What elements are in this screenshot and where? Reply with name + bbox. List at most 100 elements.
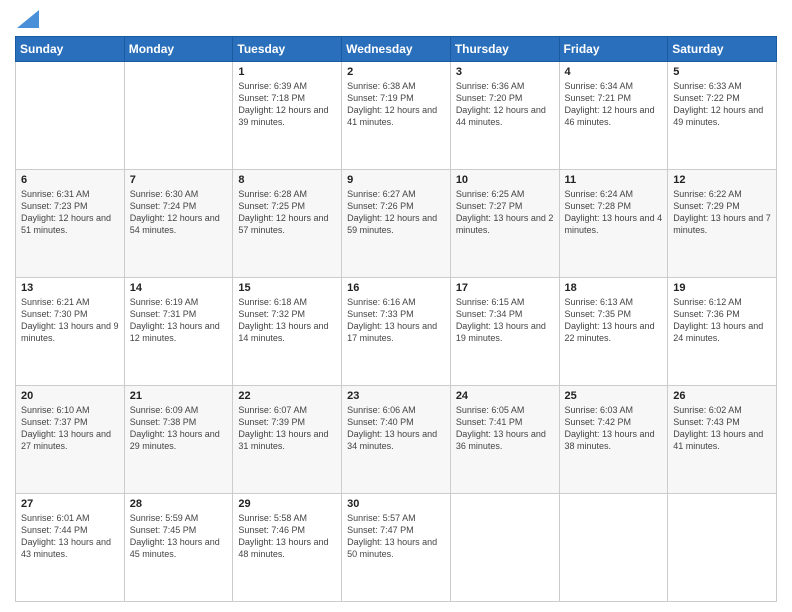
day-number: 20 [21,390,119,402]
day-cell [16,62,125,170]
day-number: 23 [347,390,445,402]
day-number: 16 [347,282,445,294]
day-number: 7 [130,174,228,186]
day-info: Sunrise: 6:24 AM Sunset: 7:28 PM Dayligh… [565,188,663,237]
col-header-monday: Monday [124,37,233,62]
header [15,10,777,28]
day-info: Sunrise: 6:09 AM Sunset: 7:38 PM Dayligh… [130,404,228,453]
day-cell: 14Sunrise: 6:19 AM Sunset: 7:31 PM Dayli… [124,278,233,386]
day-info: Sunrise: 6:22 AM Sunset: 7:29 PM Dayligh… [673,188,771,237]
day-cell: 18 Sunrise: 6:13 AM Sunset: 7:35 PM Dayli… [559,278,668,386]
day-number: 9 [347,174,445,186]
col-header-thursday: Thursday [450,37,559,62]
day-cell: 29Sunrise: 5:58 AM Sunset: 7:46 PM Dayli… [233,494,342,602]
day-cell: 19 Sunrise: 6:12 AM Sunset: 7:36 PM Dayli… [668,278,777,386]
day-info: Sunrise: 6:21 AM Sunset: 7:30 PM Dayligh… [21,296,119,345]
day-cell: 21 Sunrise: 6:09 AM Sunset: 7:38 PM Dayli… [124,386,233,494]
day-number: 18 [565,282,663,294]
day-cell: 8 Sunrise: 6:28 AM Sunset: 7:25 PM Daylig… [233,170,342,278]
col-header-saturday: Saturday [668,37,777,62]
day-info: Sunrise: 6:10 AM Sunset: 7:37 PM Dayligh… [21,404,119,453]
day-cell: 15Sunrise: 6:18 AM Sunset: 7:32 PM Dayli… [233,278,342,386]
calendar-table: SundayMondayTuesdayWednesdayThursdayFrid… [15,36,777,602]
day-number: 3 [456,66,554,78]
day-number: 14 [130,282,228,294]
day-number: 19 [673,282,771,294]
day-info: Sunrise: 6:27 AM Sunset: 7:26 PM Dayligh… [347,188,445,237]
day-number: 6 [21,174,119,186]
day-number: 2 [347,66,445,78]
day-cell: 30 Sunrise: 5:57 AM Sunset: 7:47 PM Dayli… [342,494,451,602]
week-row-2: 6 Sunrise: 6:31 AM Sunset: 7:23 PM Daylig… [16,170,777,278]
day-number: 8 [238,174,336,186]
day-info: Sunrise: 6:15 AM Sunset: 7:34 PM Dayligh… [456,296,554,345]
header-row: SundayMondayTuesdayWednesdayThursdayFrid… [16,37,777,62]
day-cell: 23 Sunrise: 6:06 AM Sunset: 7:40 PM Dayli… [342,386,451,494]
day-cell: 9 Sunrise: 6:27 AM Sunset: 7:26 PM Daylig… [342,170,451,278]
logo [15,10,39,28]
day-number: 1 [238,66,336,78]
day-cell [559,494,668,602]
day-info: Sunrise: 6:12 AM Sunset: 7:36 PM Dayligh… [673,296,771,345]
day-info: Sunrise: 6:07 AM Sunset: 7:39 PM Dayligh… [238,404,336,453]
day-number: 22 [238,390,336,402]
day-cell: 1 Sunrise: 6:39 AM Sunset: 7:18 PM Daylig… [233,62,342,170]
day-info: Sunrise: 5:58 AM Sunset: 7:46 PM Dayligh… [238,512,336,561]
day-info: Sunrise: 6:31 AM Sunset: 7:23 PM Dayligh… [21,188,119,237]
day-info: Sunrise: 6:16 AM Sunset: 7:33 PM Dayligh… [347,296,445,345]
day-cell: 28 Sunrise: 5:59 AM Sunset: 7:45 PM Dayli… [124,494,233,602]
day-info: Sunrise: 6:05 AM Sunset: 7:41 PM Dayligh… [456,404,554,453]
col-header-tuesday: Tuesday [233,37,342,62]
day-info: Sunrise: 6:06 AM Sunset: 7:40 PM Dayligh… [347,404,445,453]
col-header-sunday: Sunday [16,37,125,62]
day-info: Sunrise: 6:28 AM Sunset: 7:25 PM Dayligh… [238,188,336,237]
day-number: 26 [673,390,771,402]
day-cell: 3 Sunrise: 6:36 AM Sunset: 7:20 PM Daylig… [450,62,559,170]
day-info: Sunrise: 6:39 AM Sunset: 7:18 PM Dayligh… [238,80,336,129]
week-row-1: 1 Sunrise: 6:39 AM Sunset: 7:18 PM Daylig… [16,62,777,170]
day-cell: 20 Sunrise: 6:10 AM Sunset: 7:37 PM Dayli… [16,386,125,494]
day-cell: 16 Sunrise: 6:16 AM Sunset: 7:33 PM Dayli… [342,278,451,386]
day-info: Sunrise: 6:30 AM Sunset: 7:24 PM Dayligh… [130,188,228,237]
day-cell: 13Sunrise: 6:21 AM Sunset: 7:30 PM Dayli… [16,278,125,386]
day-cell: 10 Sunrise: 6:25 AM Sunset: 7:27 PM Dayli… [450,170,559,278]
logo-icon [17,10,39,28]
day-info: Sunrise: 6:36 AM Sunset: 7:20 PM Dayligh… [456,80,554,129]
day-info: Sunrise: 6:25 AM Sunset: 7:27 PM Dayligh… [456,188,554,237]
day-number: 10 [456,174,554,186]
day-number: 25 [565,390,663,402]
day-number: 30 [347,498,445,510]
day-cell: 11Sunrise: 6:24 AM Sunset: 7:28 PM Dayli… [559,170,668,278]
day-info: Sunrise: 6:01 AM Sunset: 7:44 PM Dayligh… [21,512,119,561]
day-info: Sunrise: 6:33 AM Sunset: 7:22 PM Dayligh… [673,80,771,129]
day-info: Sunrise: 6:13 AM Sunset: 7:35 PM Dayligh… [565,296,663,345]
day-cell: 12 Sunrise: 6:22 AM Sunset: 7:29 PM Dayli… [668,170,777,278]
day-number: 4 [565,66,663,78]
day-cell [668,494,777,602]
page: SundayMondayTuesdayWednesdayThursdayFrid… [0,0,792,612]
col-header-wednesday: Wednesday [342,37,451,62]
day-cell: 4 Sunrise: 6:34 AM Sunset: 7:21 PM Daylig… [559,62,668,170]
day-number: 27 [21,498,119,510]
day-cell [450,494,559,602]
day-info: Sunrise: 6:34 AM Sunset: 7:21 PM Dayligh… [565,80,663,129]
day-info: Sunrise: 5:57 AM Sunset: 7:47 PM Dayligh… [347,512,445,561]
day-cell: 17 Sunrise: 6:15 AM Sunset: 7:34 PM Dayli… [450,278,559,386]
day-number: 21 [130,390,228,402]
day-cell: 7 Sunrise: 6:30 AM Sunset: 7:24 PM Daylig… [124,170,233,278]
day-cell: 25 Sunrise: 6:03 AM Sunset: 7:42 PM Dayli… [559,386,668,494]
day-info: Sunrise: 5:59 AM Sunset: 7:45 PM Dayligh… [130,512,228,561]
day-number: 28 [130,498,228,510]
day-info: Sunrise: 6:03 AM Sunset: 7:42 PM Dayligh… [565,404,663,453]
day-cell: 5 Sunrise: 6:33 AM Sunset: 7:22 PM Daylig… [668,62,777,170]
week-row-4: 20 Sunrise: 6:10 AM Sunset: 7:37 PM Dayli… [16,386,777,494]
day-cell: 26 Sunrise: 6:02 AM Sunset: 7:43 PM Dayli… [668,386,777,494]
day-cell: 2Sunrise: 6:38 AM Sunset: 7:19 PM Daylig… [342,62,451,170]
day-cell: 22 Sunrise: 6:07 AM Sunset: 7:39 PM Dayli… [233,386,342,494]
day-cell: 27 Sunrise: 6:01 AM Sunset: 7:44 PM Dayli… [16,494,125,602]
day-number: 17 [456,282,554,294]
day-info: Sunrise: 6:02 AM Sunset: 7:43 PM Dayligh… [673,404,771,453]
day-number: 24 [456,390,554,402]
day-number: 5 [673,66,771,78]
day-number: 12 [673,174,771,186]
